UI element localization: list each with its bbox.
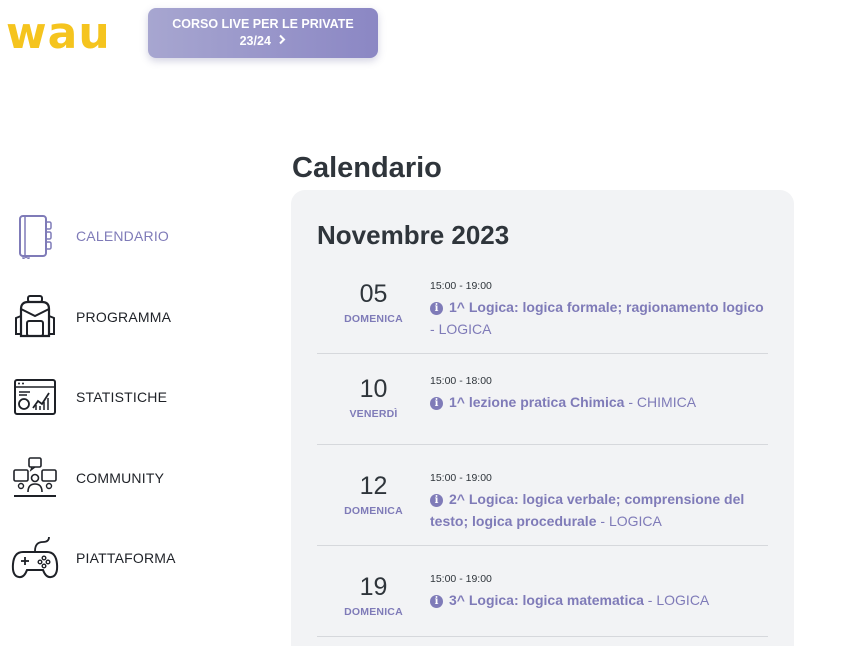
event-time: 15:00 - 18:00 xyxy=(430,375,492,387)
sidebar-item-label: PROGRAMMA xyxy=(76,308,172,325)
event-title-line: i 3^ Logica: logica matematica - LOGICA xyxy=(430,589,768,611)
info-icon[interactable]: i xyxy=(430,595,443,608)
event-separator: - xyxy=(643,592,657,608)
event-subject: LOGICA xyxy=(656,592,710,608)
event-subject: CHIMICA xyxy=(636,394,697,410)
event-weekday: DOMENICA xyxy=(344,606,403,618)
gamepad-icon xyxy=(10,533,60,583)
event-date: 10 VENERDÌ xyxy=(317,374,430,444)
calendar-card: Novembre 2023 05 DOMENICA 15:00 - 19:00 … xyxy=(291,190,794,646)
event-title-link[interactable]: 2^ Logica: logica verbale; comprensione … xyxy=(430,491,744,529)
event-separator: - xyxy=(596,513,609,529)
event-title-line: i 1^ Logica: logica formale; ragionamento… xyxy=(430,296,768,340)
event-weekday: DOMENICA xyxy=(344,505,403,517)
event-title-line: i 2^ Logica: logica verbale; comprensione… xyxy=(430,488,768,532)
sidebar-item-statistiche[interactable]: STATISTICHE xyxy=(10,357,250,438)
chevron-right-icon xyxy=(278,33,286,50)
event-date: 12 DOMENICA xyxy=(317,471,430,545)
event-weekday: DOMENICA xyxy=(344,313,403,325)
stats-monitor-icon xyxy=(10,372,60,422)
sidebar-item-label: COMMUNITY xyxy=(76,469,165,486)
sidebar-item-label: PIATTAFORMA xyxy=(76,550,176,567)
event-info: 15:00 - 19:00 i 1^ Logica: logica formale… xyxy=(430,279,768,353)
sidebar-item-label: STATISTICHE xyxy=(76,389,168,406)
info-icon[interactable]: i xyxy=(430,397,443,410)
event-info: 15:00 - 19:00 i 3^ Logica: logica matemat… xyxy=(430,572,768,636)
course-live-button[interactable]: CORSO LIVE PER LE PRIVATE 23/24 xyxy=(148,8,378,58)
sidebar-item-label: CALENDARIO xyxy=(76,228,170,245)
event-subject: LOGICA xyxy=(438,321,492,337)
event-list: 05 DOMENICA 15:00 - 19:00 i 1^ Logica: lo… xyxy=(317,270,768,637)
sidebar-item-calendario[interactable]: CALENDARIO xyxy=(10,196,250,277)
event-time: 15:00 - 19:00 xyxy=(430,573,492,585)
sidebar-item-piattaforma[interactable]: PIATTAFORMA xyxy=(10,518,250,599)
page-title: Calendario xyxy=(292,152,442,184)
event-info: 15:00 - 18:00 i 1^ lezione pratica Chimic… xyxy=(430,374,768,444)
event-separator: - xyxy=(430,321,439,337)
event-title-link[interactable]: 1^ Logica: logica formale; ragionamento … xyxy=(449,299,764,315)
event-day-number: 05 xyxy=(359,280,388,308)
event-item: 05 DOMENICA 15:00 - 19:00 i 1^ Logica: lo… xyxy=(317,270,768,354)
event-item: 12 DOMENICA 15:00 - 19:00 i 2^ Logica: lo… xyxy=(317,445,768,546)
sidebar-item-programma[interactable]: PROGRAMMA xyxy=(10,277,250,358)
event-day-number: 19 xyxy=(359,573,388,601)
event-day-number: 10 xyxy=(359,375,388,403)
wau-logo[interactable]: wau xyxy=(6,8,111,60)
event-date: 19 DOMENICA xyxy=(317,572,430,636)
event-item: 10 VENERDÌ 15:00 - 18:00 i 1^ lezione pra… xyxy=(317,354,768,445)
course-button-line1: CORSO LIVE PER LE PRIVATE xyxy=(172,17,354,31)
info-icon[interactable]: i xyxy=(430,302,443,315)
event-info: 15:00 - 19:00 i 2^ Logica: logica verbale… xyxy=(430,471,768,545)
community-icon xyxy=(10,453,60,503)
backpack-icon xyxy=(10,292,60,342)
sidebar-item-community[interactable]: COMMUNITY xyxy=(10,438,250,519)
course-button-line2: 23/24 xyxy=(239,34,271,48)
month-title: Novembre 2023 xyxy=(317,220,510,250)
info-icon[interactable]: i xyxy=(430,494,443,507)
event-date: 05 DOMENICA xyxy=(317,279,430,353)
page: wau CORSO LIVE PER LE PRIVATE 23/24 CALE… xyxy=(0,0,844,646)
event-day-number: 12 xyxy=(359,472,388,500)
event-subject: LOGICA xyxy=(608,513,662,529)
event-item: 19 DOMENICA 15:00 - 19:00 i 3^ Logica: lo… xyxy=(317,546,768,637)
event-separator: - xyxy=(624,394,637,410)
event-title-line: i 1^ lezione pratica Chimica - CHIMICA xyxy=(430,391,768,413)
event-weekday: VENERDÌ xyxy=(349,408,398,420)
event-time: 15:00 - 19:00 xyxy=(430,472,492,484)
sidebar-nav: CALENDARIO PROGRAMMA STATISTICHE COMMUNI… xyxy=(10,196,250,599)
event-title-link[interactable]: 1^ lezione pratica Chimica xyxy=(449,394,624,410)
event-title-link[interactable]: 3^ Logica: logica matematica xyxy=(449,592,644,608)
planner-icon xyxy=(10,211,60,261)
course-button-line2-wrap: 23/24 xyxy=(148,33,378,50)
event-time: 15:00 - 19:00 xyxy=(430,280,492,292)
